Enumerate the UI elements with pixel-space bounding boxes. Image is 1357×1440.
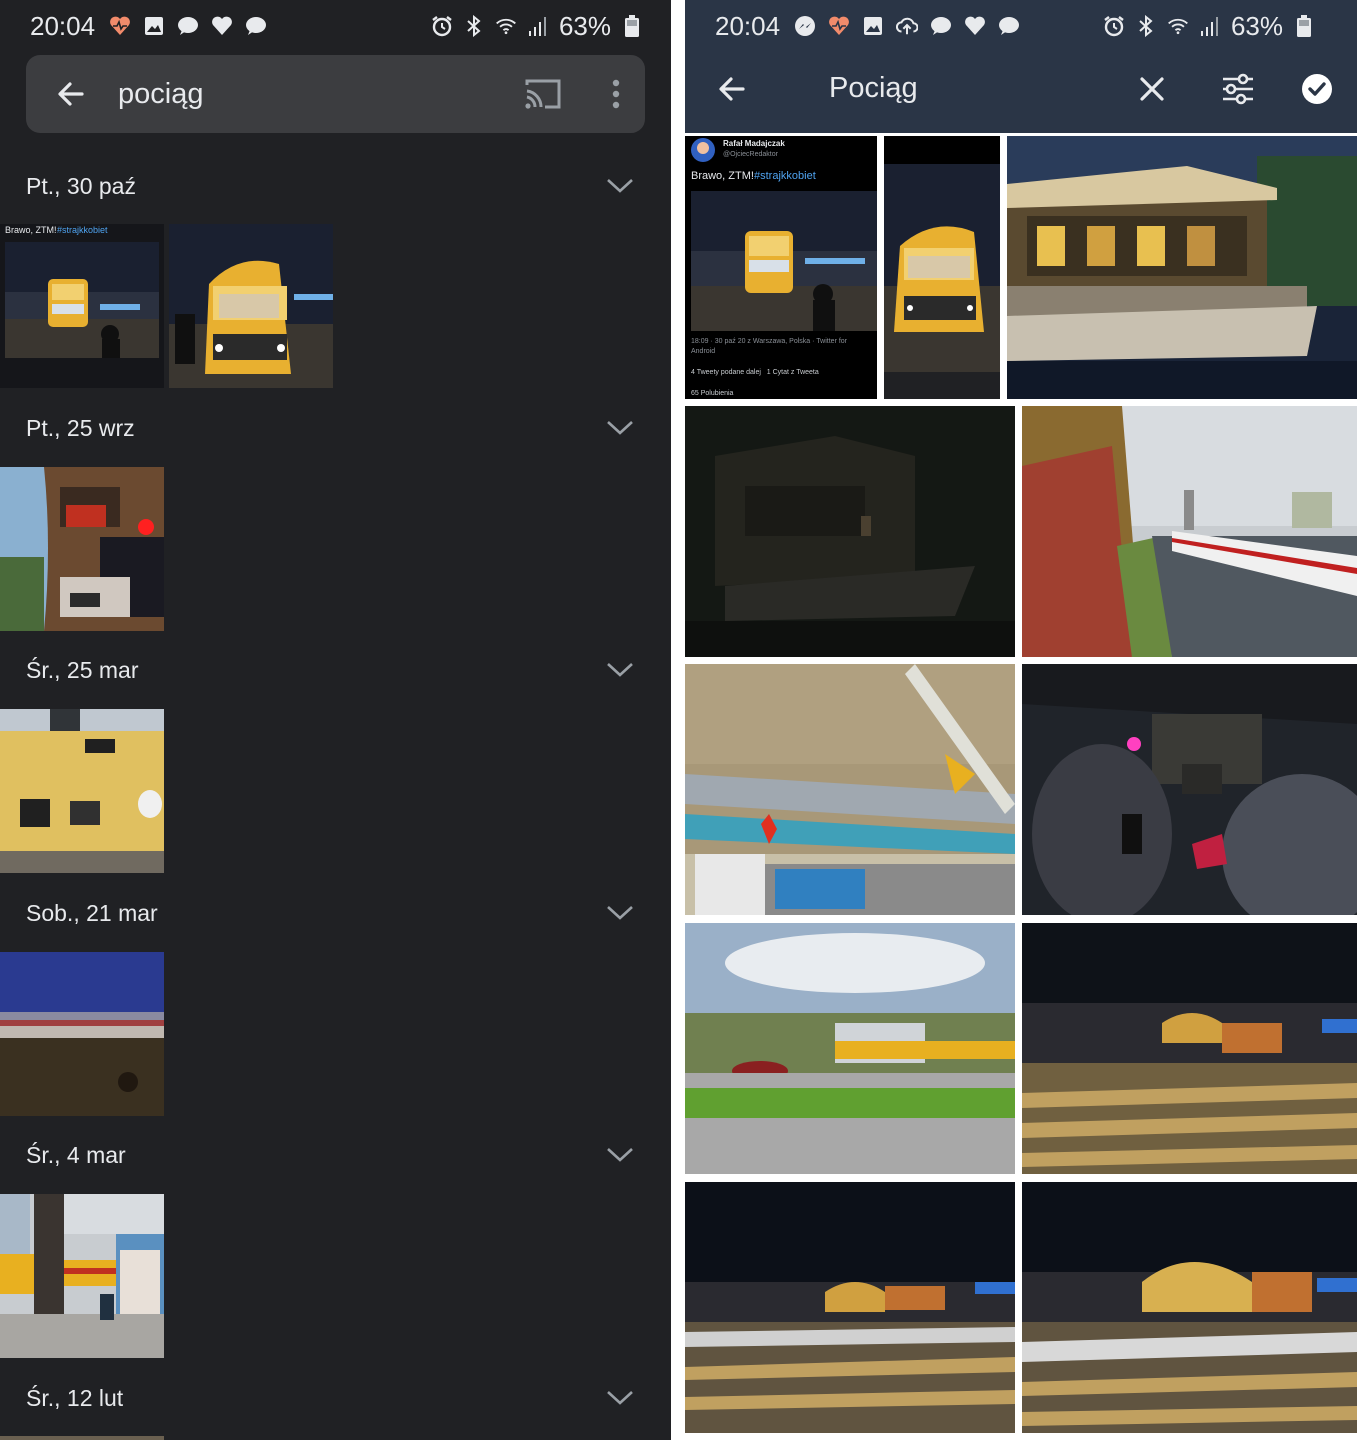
chevron-down-icon[interactable] <box>605 419 635 437</box>
chat-bubble-icon <box>930 15 952 37</box>
wifi-icon <box>495 15 517 37</box>
alarm-icon <box>431 15 453 37</box>
photo-thumbnail[interactable] <box>685 923 1015 1174</box>
photo-thumbnail[interactable] <box>685 406 1015 657</box>
photo-thumbnail[interactable] <box>0 1436 164 1440</box>
tweet-hashtag: #strajkkobiet <box>754 170 816 182</box>
wifi-icon <box>1167 15 1189 37</box>
back-arrow-icon[interactable] <box>715 72 749 106</box>
date-label: Sob., 21 mar <box>26 899 158 926</box>
system-icons: 63% <box>431 11 643 42</box>
notification-icons <box>794 15 1020 37</box>
date-section-header[interactable]: Pt., 30 paź <box>0 146 671 226</box>
photo-thumbnail[interactable] <box>0 467 164 631</box>
photo-thumbnail[interactable] <box>0 1194 164 1358</box>
messenger-icon <box>794 15 816 37</box>
search-query[interactable]: pociąg <box>118 78 203 111</box>
chat-bubble-icon <box>998 15 1020 37</box>
battery-percent: 63% <box>1230 10 1283 41</box>
battery-percent: 63% <box>558 10 611 41</box>
date-label: Pt., 25 wrz <box>26 414 135 441</box>
image-icon <box>862 15 884 37</box>
tweet-handle: @OjciecRedaktor <box>723 151 778 158</box>
tweet-meta: 18:09 · 30 paź 20 z Warszawa, Polska · T… <box>691 338 848 355</box>
bluetooth-icon <box>1135 15 1157 37</box>
close-icon[interactable] <box>1137 74 1167 104</box>
notification-icons <box>109 15 267 37</box>
status-bar: 20:04 63% <box>0 0 671 52</box>
date-section-header[interactable]: Pt., 25 wrz <box>0 388 671 468</box>
photo-thumbnail[interactable] <box>1022 923 1357 1174</box>
image-icon <box>143 15 165 37</box>
date-section-header[interactable]: Śr., 4 mar <box>0 1115 671 1195</box>
photo-thumbnail[interactable] <box>685 664 1015 915</box>
date-label: Śr., 25 mar <box>26 656 139 683</box>
tweet-stats: 4 Tweety podane dalej 1 Cytat z Tweeta <box>691 369 819 376</box>
date-section-header[interactable]: Śr., 12 lut <box>0 1358 671 1438</box>
app-bar: Pociąg <box>685 44 1357 133</box>
photo-thumbnail[interactable] <box>0 709 164 873</box>
heart-icon <box>211 15 233 37</box>
photo-thumbnail[interactable] <box>1007 136 1357 399</box>
date-label: Pt., 30 paź <box>26 172 136 199</box>
battery-icon <box>1293 15 1315 37</box>
photo-thumbnail[interactable]: Brawo, ZTM! #strajkkobiet <box>0 224 164 388</box>
tweet-hashtag: #strajkkobiet <box>57 225 108 235</box>
search-bar: pociąg <box>26 55 645 133</box>
bluetooth-icon <box>463 15 485 37</box>
heart-monitor-icon <box>109 15 131 37</box>
more-options-icon[interactable] <box>609 77 623 111</box>
cloud-upload-icon <box>896 15 919 37</box>
search-title: Pociąg <box>829 72 918 104</box>
tweet-likes: 65 Polubienia <box>691 390 734 397</box>
chevron-down-icon[interactable] <box>605 661 635 679</box>
photo-thumbnail[interactable] <box>0 952 164 1116</box>
signal-icon <box>1199 15 1221 37</box>
status-time: 20:04 <box>30 10 96 41</box>
date-label: Śr., 12 lut <box>26 1384 124 1411</box>
status-time: 20:04 <box>715 10 781 41</box>
photo-thumbnail[interactable] <box>1022 664 1357 915</box>
left-screen: 20:04 63% pociąg Pt., 30 paź Brawo, ZTM!… <box>0 0 671 1440</box>
photo-thumbnail[interactable] <box>1022 1182 1357 1433</box>
heart-monitor-icon <box>828 15 850 37</box>
tweet-author: Rafał Madajczak <box>723 139 785 148</box>
photo-thumbnail[interactable] <box>1022 406 1357 657</box>
chevron-down-icon[interactable] <box>605 177 635 195</box>
heart-icon <box>964 15 986 37</box>
tweet-text: Brawo, ZTM! <box>5 225 57 235</box>
system-icons: 63% <box>1103 11 1315 42</box>
chevron-down-icon[interactable] <box>605 904 635 922</box>
right-screen: 20:04 63% Pociąg Rafał Madajczak @Ojciec… <box>685 0 1357 1440</box>
photo-thumbnail[interactable] <box>169 224 333 388</box>
chevron-down-icon[interactable] <box>605 1389 635 1407</box>
signal-icon <box>527 15 549 37</box>
back-arrow-icon[interactable] <box>54 77 88 111</box>
date-section-header[interactable]: Śr., 25 mar <box>0 630 671 710</box>
cast-icon[interactable] <box>523 77 563 111</box>
battery-icon <box>621 15 643 37</box>
chevron-down-icon[interactable] <box>605 1146 635 1164</box>
photo-thumbnail[interactable] <box>685 1182 1015 1433</box>
filter-sliders-icon[interactable] <box>1221 72 1255 106</box>
date-label: Śr., 4 mar <box>26 1141 126 1168</box>
alarm-icon <box>1103 15 1125 37</box>
checkmark-circle-icon[interactable] <box>1301 73 1333 105</box>
chat-bubble-icon <box>177 15 199 37</box>
photo-thumbnail[interactable] <box>884 136 1000 399</box>
chat-bubble-icon <box>245 15 267 37</box>
tweet-text: Brawo, ZTM! <box>691 170 754 182</box>
date-section-header[interactable]: Sob., 21 mar <box>0 873 671 953</box>
tweet-screenshot-photo[interactable]: Rafał Madajczak @OjciecRedaktor Brawo, Z… <box>685 136 877 399</box>
